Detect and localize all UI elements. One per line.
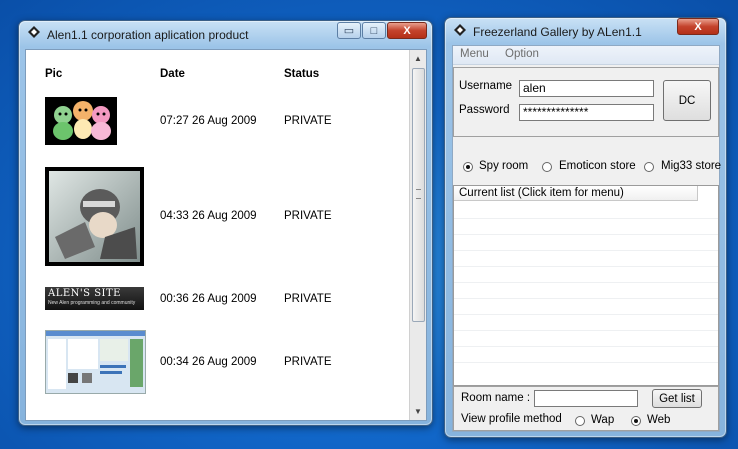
scrollbar-thumb[interactable] (412, 68, 425, 322)
spy-room-label[interactable]: Spy room (479, 160, 528, 172)
row-status: PRIVATE (284, 356, 332, 368)
screenshot-image[interactable] (45, 330, 146, 394)
spy-room-radio[interactable] (463, 162, 473, 172)
row-status: PRIVATE (284, 115, 332, 127)
room-group: Room name : Get list View profile method… (453, 386, 719, 431)
app-icon (454, 24, 466, 36)
wap-label[interactable]: Wap (591, 414, 614, 426)
main-panel: Menu Option Username alen Password *****… (452, 45, 721, 432)
maximize-button[interactable]: □ (362, 22, 386, 39)
password-label: Password (459, 104, 510, 116)
menu-item-option[interactable]: Option (505, 48, 539, 60)
window-title: Alen1.1 corporation aplication product (47, 28, 249, 42)
freezerland-gallery-window: Freezerland Gallery by ALen1.1 X Menu Op… (444, 17, 727, 438)
close-button[interactable]: X (677, 18, 719, 35)
wap-radio[interactable] (575, 416, 585, 426)
minimize-icon: ▭ (343, 25, 355, 37)
get-list-button[interactable]: Get list (652, 389, 702, 408)
row-date: 04:33 26 Aug 2009 (160, 210, 257, 222)
close-icon: X (403, 24, 411, 37)
column-header-pic: Pic (45, 68, 63, 80)
banner-text: ALEN'S SITE (48, 288, 121, 299)
window-title: Freezerland Gallery by ALen1.1 (473, 25, 642, 39)
room-name-input[interactable] (534, 390, 638, 407)
password-field[interactable]: ************** (519, 104, 654, 121)
login-group: Username alen Password ************** DC (453, 67, 719, 137)
maximize-icon: □ (370, 24, 378, 37)
room-name-label: Room name : (461, 392, 531, 404)
emoticon-store-radio[interactable] (542, 162, 552, 172)
menu-item-menu[interactable]: Menu (460, 48, 489, 60)
current-list[interactable]: Current list (Click item for menu) (453, 185, 719, 386)
list-column-header[interactable]: Current list (Click item for menu) (454, 186, 698, 201)
mig33-store-label[interactable]: Mig33 store (661, 160, 721, 172)
anime-character-image[interactable] (45, 167, 144, 266)
close-button[interactable]: X (387, 22, 427, 39)
username-field[interactable]: alen (519, 80, 654, 97)
view-profile-label: View profile method (461, 413, 562, 425)
row-status: PRIVATE (284, 210, 332, 222)
row-date: 07:27 26 Aug 2009 (160, 115, 257, 127)
vertical-scrollbar[interactable]: ▲ ▼ (409, 50, 426, 420)
row-date: 00:34 26 Aug 2009 (160, 356, 257, 368)
username-label: Username (459, 80, 513, 92)
banner-subtext: New Alen programming and community (48, 300, 136, 306)
row-status: PRIVATE (284, 293, 332, 305)
scroll-up-arrow-icon[interactable]: ▲ (410, 51, 426, 66)
alens-site-banner-image[interactable]: ALEN'S SITE New Alen programming and com… (45, 287, 144, 310)
emoticon-store-label[interactable]: Emoticon store (559, 160, 636, 172)
gallery-viewer-window: Alen1.1 corporation aplication product ▭… (18, 20, 433, 426)
web-radio[interactable] (631, 416, 641, 426)
scroll-down-arrow-icon[interactable]: ▼ (410, 404, 426, 419)
minimize-button[interactable]: ▭ (337, 22, 361, 39)
menu-bar: Menu Option (453, 46, 719, 65)
gallery-list: Pic Date Status 07:27 26 Aug 2009 PRIVAT… (25, 49, 427, 421)
column-header-status: Status (284, 68, 320, 80)
grip-icon (416, 189, 421, 199)
close-icon: X (694, 20, 702, 33)
cartoon-animals-image[interactable] (45, 97, 117, 145)
dc-button[interactable]: DC (663, 80, 711, 121)
web-label[interactable]: Web (647, 414, 670, 426)
app-icon (28, 26, 40, 38)
column-header-date: Date (160, 68, 185, 80)
mig33-store-radio[interactable] (644, 162, 654, 172)
row-date: 00:36 26 Aug 2009 (160, 293, 257, 305)
